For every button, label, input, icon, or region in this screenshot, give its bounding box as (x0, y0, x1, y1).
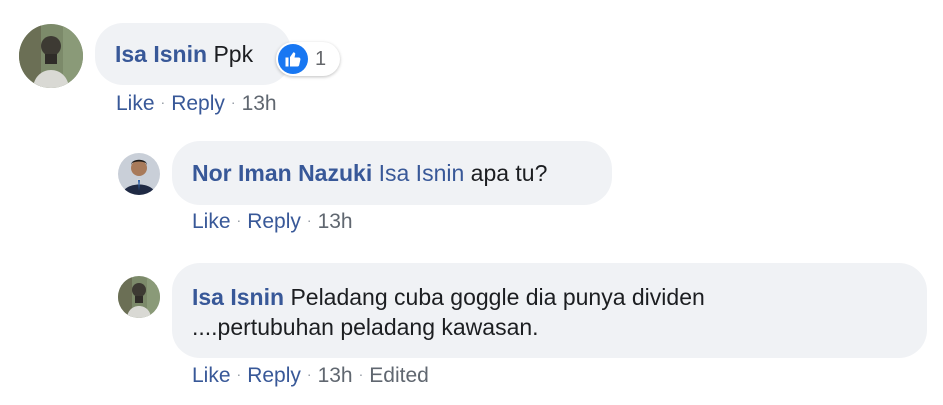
separator-dot: · (358, 366, 364, 382)
like-link[interactable]: Like (192, 210, 231, 233)
separator-dot: · (306, 212, 312, 228)
comment-bubble: Isa Isnin Peladang cuba goggle dia punya… (172, 263, 927, 358)
comment-text: apa tu? (470, 160, 548, 186)
avatar[interactable] (19, 24, 83, 88)
reply-link[interactable]: Reply (247, 210, 301, 233)
timestamp[interactable]: 13h (318, 364, 353, 387)
reaction-count: 1 (315, 47, 327, 70)
avatar[interactable] (118, 276, 160, 318)
like-link[interactable]: Like (116, 92, 155, 115)
mention-link[interactable]: Isa Isnin (379, 160, 465, 186)
reply-link[interactable]: Reply (171, 92, 225, 115)
separator-dot: · (230, 94, 236, 110)
reaction-badge[interactable]: 1 (276, 42, 340, 76)
comment-actions: Like · Reply · 13h (192, 210, 353, 234)
comment-text-line-1: Peladang cuba goggle dia punya dividen (290, 284, 705, 310)
like-icon (278, 44, 308, 74)
comment-text-line-2: ....pertubuhan peladang kawasan. (192, 314, 539, 340)
comment-text: Ppk (213, 41, 254, 67)
separator-dot: · (236, 212, 242, 228)
comment-author[interactable]: Isa Isnin (192, 284, 284, 310)
comment-bubble: Nor Iman Nazuki Isa Isnin apa tu? (172, 141, 612, 205)
timestamp[interactable]: 13h (242, 92, 277, 115)
reply-link[interactable]: Reply (247, 364, 301, 387)
edited-label[interactable]: Edited (369, 364, 429, 387)
avatar[interactable] (118, 153, 160, 195)
comment-actions: Like · Reply · 13h (116, 92, 277, 116)
comment-author[interactable]: Isa Isnin (115, 41, 207, 67)
comment-author[interactable]: Nor Iman Nazuki (192, 160, 372, 186)
separator-dot: · (306, 366, 312, 382)
comment-bubble: Isa Isnin Ppk (95, 23, 291, 85)
like-link[interactable]: Like (192, 364, 231, 387)
separator-dot: · (160, 94, 166, 110)
timestamp[interactable]: 13h (318, 210, 353, 233)
comment-actions: Like · Reply · 13h · Edited (192, 364, 429, 388)
separator-dot: · (236, 366, 242, 382)
